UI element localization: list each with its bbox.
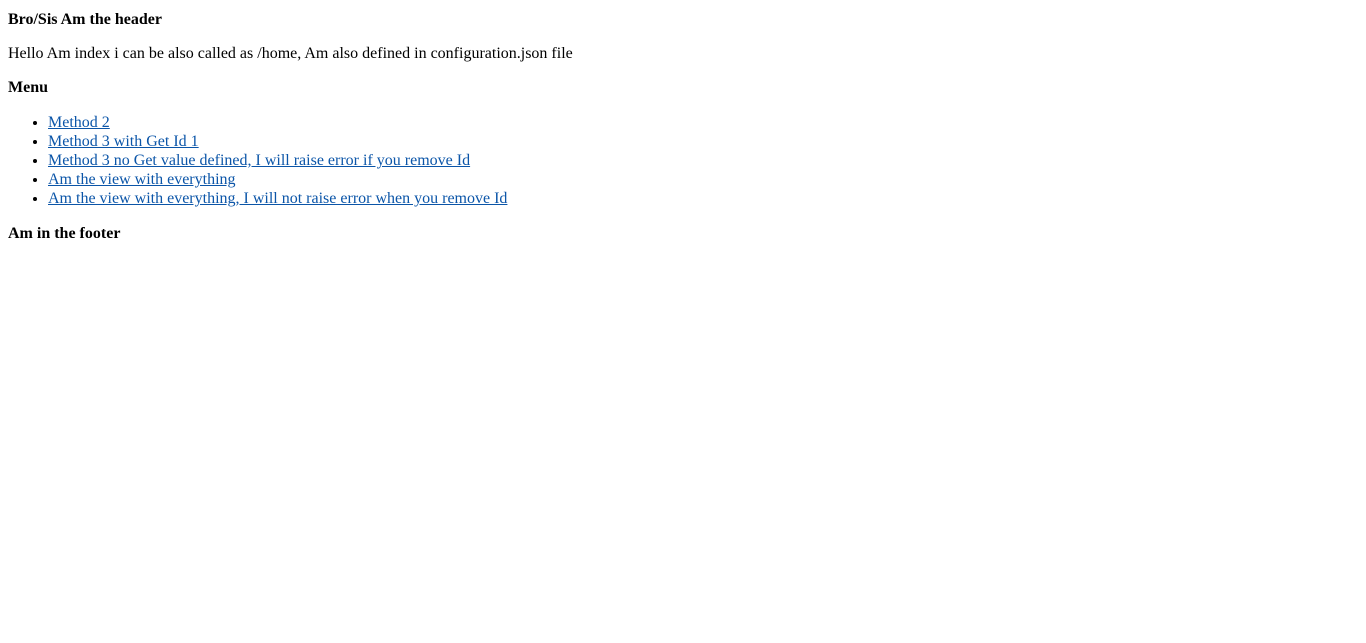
footer-text: Am in the footer <box>8 225 121 242</box>
header-title: Bro/Sis Am the header <box>8 11 162 28</box>
menu-link-method-2[interactable]: Method 2 <box>48 114 110 131</box>
menu-link-view-everything[interactable]: Am the view with everything <box>48 171 236 188</box>
menu-link-method-3-get-id[interactable]: Method 3 with Get Id 1 <box>48 133 199 150</box>
list-item: Am the view with everything, I will not … <box>48 189 1358 208</box>
list-item: Am the view with everything <box>48 170 1358 189</box>
list-item: Method 3 no Get value defined, I will ra… <box>48 151 1358 170</box>
menu-link-method-3-no-get[interactable]: Method 3 no Get value defined, I will ra… <box>48 152 470 169</box>
intro-text: Hello Am index i can be also called as /… <box>8 45 573 62</box>
list-item: Method 2 <box>48 113 1358 132</box>
menu-title: Menu <box>8 79 48 96</box>
list-item: Method 3 with Get Id 1 <box>48 132 1358 151</box>
page: Bro/Sis Am the header Hello Am index i c… <box>0 0 1366 643</box>
menu-list: Method 2 Method 3 with Get Id 1 Method 3… <box>8 113 1358 208</box>
menu-link-view-everything-no-error[interactable]: Am the view with everything, I will not … <box>48 190 507 207</box>
